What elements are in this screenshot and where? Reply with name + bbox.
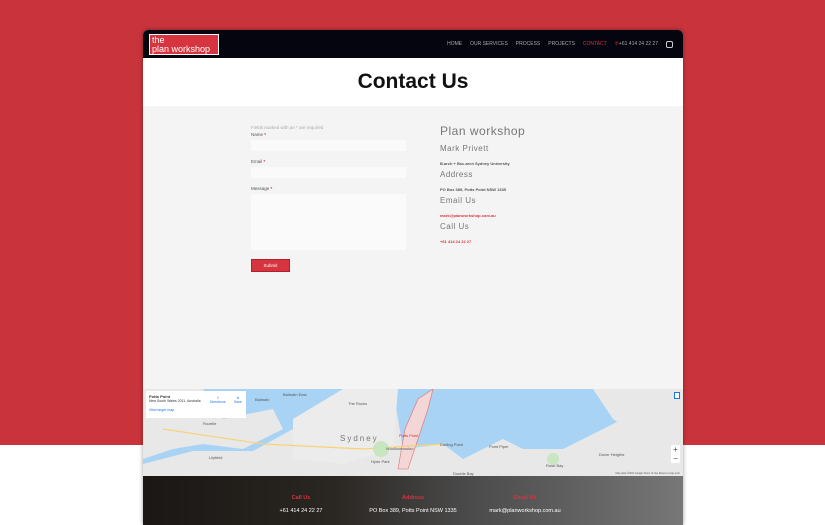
browser-frame: the plan workshop HOME OUR SERVICES PROCE…: [143, 30, 683, 525]
map-label: Hyde Park: [371, 459, 390, 464]
zoom-control: + −: [671, 445, 680, 463]
email-heading: Email Us: [440, 196, 477, 205]
required-mark: *: [263, 159, 266, 164]
phone-text: +61 414 24 22 27: [618, 41, 658, 47]
required-mark: *: [270, 186, 273, 191]
name-input[interactable]: [251, 140, 406, 151]
instagram-icon[interactable]: [666, 40, 673, 48]
address: PO Box 389, Potts Point NSW 1335: [440, 187, 507, 192]
label-text: Email: [251, 159, 263, 164]
map-info-card: Potts Point New South Wales 2011, Austra…: [146, 391, 246, 418]
phone-link[interactable]: +61 414 24 22 27: [440, 239, 525, 244]
name-label: Name *: [251, 132, 406, 137]
required-mark: *: [264, 132, 267, 137]
required-note: Fields marked with an * are required: [251, 125, 324, 130]
email-input[interactable]: [251, 167, 406, 178]
main-nav: HOME OUR SERVICES PROCESS PROJECTS CONTA…: [447, 40, 673, 48]
view-larger-map-link[interactable]: View larger map: [149, 408, 243, 412]
site-header: the plan workshop HOME OUR SERVICES PROCE…: [143, 30, 683, 58]
nav-projects[interactable]: PROJECTS: [548, 41, 575, 47]
page-title: Contact Us: [143, 58, 683, 106]
map-label: Dover Heights: [599, 452, 625, 457]
footer-address: Address PO Box 389, Potts Point NSW 1335: [369, 495, 456, 514]
email-label: Email *: [251, 159, 406, 164]
label-text: Message: [251, 186, 270, 191]
call-heading: Call Us: [440, 222, 470, 231]
address-heading: Address: [440, 170, 473, 179]
zoom-in-button[interactable]: +: [671, 445, 680, 454]
pegman-icon[interactable]: [674, 392, 680, 399]
google-map[interactable]: Potts Point New South Wales 2011, Austra…: [143, 389, 683, 476]
map-label: Potts Point: [399, 433, 419, 438]
footer-value: PO Box 389, Potts Point NSW 1335: [369, 508, 457, 514]
map-label: Lilyfield: [209, 455, 223, 460]
directions-button[interactable]: ⇧ Directions: [210, 396, 226, 404]
credentials: B.arch + Bsc.arch Sydney University: [440, 161, 510, 166]
message-label: Message *: [251, 186, 406, 191]
map-label: Balmain: [255, 397, 270, 402]
footer-value[interactable]: +61 414 24 22 27: [280, 508, 323, 514]
map-label: Sydney: [340, 434, 379, 443]
contact-form: Fields marked with an * are required Nam…: [251, 125, 406, 272]
zoom-out-button[interactable]: −: [671, 454, 680, 463]
map-region: New South Wales 2011, Australia: [149, 399, 201, 403]
footer-heading: Address: [401, 495, 424, 501]
message-textarea[interactable]: [251, 194, 406, 250]
logo-line: plan workshop: [152, 43, 211, 54]
logo[interactable]: the plan workshop: [149, 33, 219, 55]
nav-services[interactable]: OUR SERVICES: [470, 41, 508, 47]
save-label: Save: [234, 400, 242, 404]
map-label: Woolloomooloo: [386, 446, 414, 451]
nav-contact[interactable]: CONTACT: [583, 41, 607, 47]
footer-value[interactable]: mark@planworkshop.com.au: [489, 508, 560, 514]
directions-label: Directions: [210, 400, 226, 404]
nav-home[interactable]: HOME: [447, 41, 462, 47]
footer-call: Call Us +61 414 24 22 27: [280, 495, 323, 514]
footer-heading: Email Us: [513, 495, 537, 501]
footer-heading: Call Us: [291, 495, 311, 501]
submit-button[interactable]: Submit: [251, 259, 290, 272]
save-button[interactable]: ★ Save: [234, 396, 242, 404]
map-label: Darling Point: [440, 442, 463, 447]
company-name: Plan workshop: [440, 124, 526, 138]
map-label: Rose Bay: [546, 463, 564, 468]
map-label: Balmain East: [283, 392, 307, 397]
email-link[interactable]: mark@planworkshop.com.au: [440, 213, 525, 218]
contact-info: Plan workshop Mark Privett B.arch + Bsc.…: [440, 124, 525, 248]
map-attribution[interactable]: Map data ©2019 Google Terms of Use Repor…: [616, 472, 680, 475]
map-label: Point Piper: [489, 444, 509, 449]
nav-process[interactable]: PROCESS: [516, 41, 540, 47]
map-label: The Rocks: [348, 401, 368, 406]
label-text: Name: [251, 132, 264, 137]
footer: Call Us +61 414 24 22 27 Address PO Box 38…: [143, 476, 683, 525]
footer-email: Email Us mark@planworkshop.com.au: [489, 495, 560, 514]
map-label: Rozelle: [203, 421, 217, 426]
person-name: Mark Privett: [440, 144, 489, 153]
header-phone[interactable]: ✆+61 414 24 22 27: [615, 41, 658, 47]
